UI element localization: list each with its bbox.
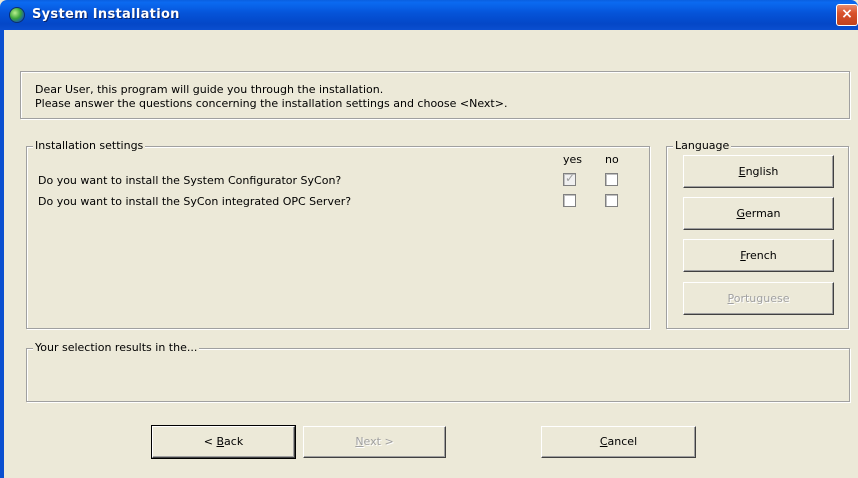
back-prefix: <: [203, 435, 217, 448]
back-button[interactable]: < Back: [151, 425, 296, 459]
intro-line-2: Please answer the questions concerning t…: [35, 97, 508, 110]
close-button[interactable]: ×: [836, 4, 858, 26]
question-opc-server: Do you want to install the SyCon integra…: [38, 195, 352, 208]
back-label: ack: [224, 435, 244, 448]
german-label: erman: [745, 207, 781, 220]
opc-no-checkbox[interactable]: [605, 194, 618, 207]
english-mnemonic: E: [738, 165, 746, 178]
sycon-no-checkbox[interactable]: [605, 173, 618, 186]
window-frame-left: [0, 30, 4, 478]
title-bar[interactable]: System Installation ×: [0, 0, 858, 30]
sycon-yes-checkbox[interactable]: ✓: [563, 171, 576, 186]
cancel-button[interactable]: Cancel: [541, 426, 696, 458]
checkmark-icon: ✓: [565, 171, 576, 185]
english-button[interactable]: English: [683, 155, 834, 188]
question-sycon: Do you want to install the System Config…: [38, 174, 342, 187]
selection-result-group: Your selection results in the...: [26, 341, 850, 402]
next-mnemonic: N: [355, 435, 364, 448]
installation-settings-legend: Installation settings: [33, 139, 146, 152]
portuguese-button[interactable]: Portuguese: [683, 282, 834, 315]
next-label: ext >: [363, 435, 394, 448]
german-mnemonic: G: [736, 207, 745, 220]
installer-window: System Installation × Dear User, this pr…: [0, 0, 858, 478]
next-button[interactable]: Next >: [303, 426, 446, 458]
yes-column-header: yes: [563, 153, 583, 166]
german-button[interactable]: German: [683, 197, 834, 230]
portuguese-label: ortuguese: [733, 292, 790, 305]
french-label: rench: [745, 249, 777, 262]
selection-result-legend: Your selection results in the...: [33, 341, 200, 354]
window-title: System Installation: [32, 7, 180, 22]
french-button[interactable]: French: [683, 239, 834, 272]
no-column-header: no: [605, 153, 619, 166]
english-label: nglish: [745, 165, 779, 178]
language-legend: Language: [673, 139, 732, 152]
opc-yes-checkbox[interactable]: [563, 194, 576, 207]
back-mnemonic: B: [216, 435, 225, 448]
cancel-mnemonic: C: [599, 435, 608, 448]
intro-panel: Dear User, this program will guide you t…: [20, 71, 850, 119]
globe-icon: [9, 7, 25, 23]
cancel-label: ancel: [607, 435, 638, 448]
intro-line-1: Dear User, this program will guide you t…: [35, 83, 384, 96]
